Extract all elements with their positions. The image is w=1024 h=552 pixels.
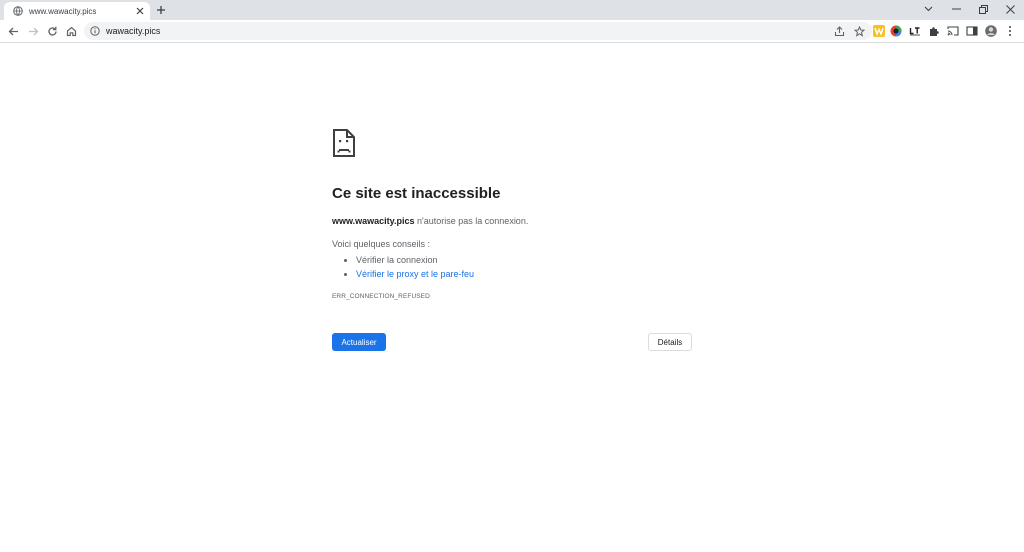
tab-wawacity[interactable]: www.wawacity.pics (4, 2, 150, 20)
error-code: ERR_CONNECTION_REFUSED (332, 293, 430, 300)
tab-search-icon[interactable] (914, 0, 942, 18)
restore-icon[interactable] (969, 0, 997, 18)
extension-color-icon[interactable] (889, 24, 903, 38)
details-button[interactable]: Détails (648, 333, 692, 351)
site-info-icon[interactable] (90, 26, 100, 36)
side-panel-icon[interactable] (965, 24, 979, 38)
bookmark-star-icon[interactable] (852, 24, 866, 38)
tab-strip: www.wawacity.pics (0, 0, 1024, 20)
tip-check-connection: Vérifier la connexion (356, 253, 692, 267)
tips-title: Voici quelques conseils : (332, 239, 431, 249)
blocked-domain: www.wawacity.pics (332, 216, 415, 226)
error-message-text: n'autorise pas la connexion. (414, 216, 529, 226)
window-close-icon[interactable] (996, 0, 1024, 18)
address-bar[interactable]: wawacity.pics (84, 22, 872, 40)
reload-button[interactable]: Actualiser (332, 333, 386, 351)
url-text[interactable]: wawacity.pics (106, 26, 832, 36)
forward-icon[interactable] (25, 23, 41, 39)
error-message: www.wawacity.pics n'autorise pas la conn… (332, 215, 692, 227)
home-icon[interactable] (63, 23, 79, 39)
page-title: Ce site est inaccessible (332, 185, 501, 202)
extensions-puzzle-icon[interactable] (927, 24, 941, 38)
close-icon[interactable] (135, 6, 145, 16)
sad-page-icon (332, 128, 356, 158)
menu-kebab-icon[interactable] (1003, 24, 1017, 38)
share-icon[interactable] (832, 24, 846, 38)
tip-check-proxy-item: Vérifier le proxy et le pare-feu (356, 267, 692, 281)
check-proxy-link[interactable]: Vérifier le proxy et le pare-feu (356, 269, 474, 279)
reload-icon[interactable] (44, 23, 60, 39)
tab-title: www.wawacity.pics (29, 6, 97, 16)
globe-icon (13, 6, 23, 16)
extension-lt-icon[interactable] (908, 24, 922, 38)
browser-toolbar: wawacity.pics (0, 20, 1024, 43)
tips-list: Vérifier la connexion Vérifier le proxy … (332, 253, 692, 281)
error-page: Ce site est inaccessible www.wawacity.pi… (332, 128, 692, 300)
minimize-icon[interactable] (942, 0, 970, 18)
back-icon[interactable] (5, 23, 21, 39)
avatar[interactable] (984, 24, 998, 38)
new-tab-button[interactable] (154, 3, 168, 17)
cast-icon[interactable] (946, 24, 960, 38)
extension-w-icon[interactable] (872, 24, 886, 38)
